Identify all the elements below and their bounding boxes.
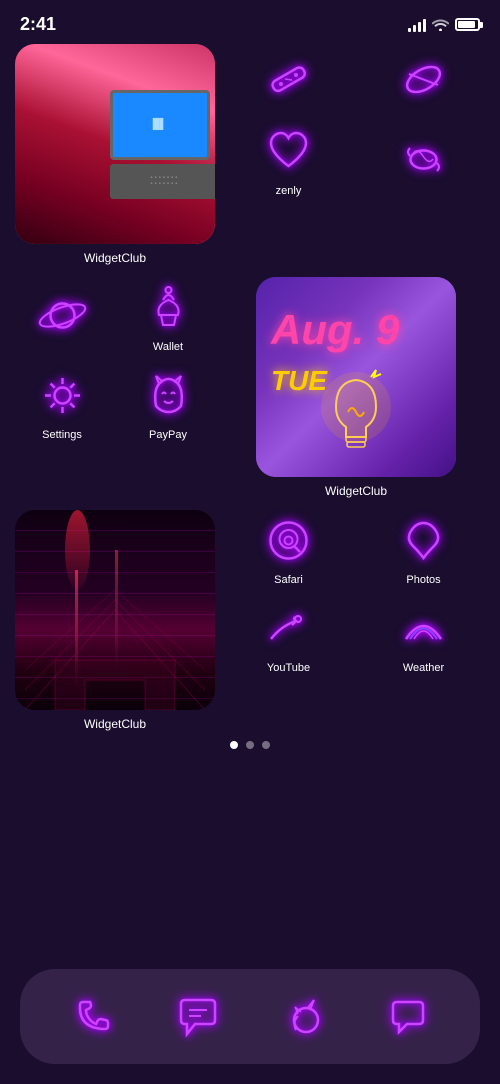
widget-light-image: Aug. 9TUE: [256, 277, 456, 477]
widget-1[interactable]: █▌ ▪▪▪▪▪▪▪▪▪▪▪▪▪▪ WidgetClub: [15, 44, 215, 265]
pill-app[interactable]: [362, 49, 485, 109]
widget3-label: WidgetClub: [84, 717, 146, 731]
zenly-app[interactable]: zenly: [227, 121, 350, 197]
widget-street-image: [15, 510, 215, 710]
bandaid-icon: [259, 49, 319, 109]
weather-icon: [394, 598, 454, 658]
weather-app[interactable]: Weather: [362, 598, 485, 674]
weather-label: Weather: [403, 662, 444, 674]
phone-dock-item[interactable]: [60, 984, 125, 1049]
paypay-label: PayPay: [149, 429, 187, 441]
widget1-label: WidgetClub: [84, 251, 146, 265]
settings-icon: [32, 365, 92, 425]
bandaid-app[interactable]: [227, 49, 350, 109]
candy-icon: [394, 129, 454, 189]
unicorn-dock-item[interactable]: [270, 984, 335, 1049]
settings-app[interactable]: Settings: [15, 365, 109, 441]
messages-dock-item[interactable]: [165, 984, 230, 1049]
safari-icon: [259, 510, 319, 570]
status-bar: 2:41: [0, 0, 500, 44]
widget-computer-image: █▌ ▪▪▪▪▪▪▪▪▪▪▪▪▪▪: [15, 44, 215, 244]
safari-label: Safari: [274, 574, 303, 586]
wifi-icon: [432, 18, 449, 31]
photos-app[interactable]: Photos: [362, 510, 485, 586]
photos-icon: [394, 510, 454, 570]
planet-app[interactable]: [15, 277, 109, 353]
page-dot-2[interactable]: [246, 741, 254, 749]
youtube-icon: [259, 598, 319, 658]
photos-label: Photos: [406, 574, 440, 586]
page-dot-3[interactable]: [262, 741, 270, 749]
paypay-icon: [138, 365, 198, 425]
home-screen: █▌ ▪▪▪▪▪▪▪▪▪▪▪▪▪▪ WidgetClub: [0, 44, 500, 731]
dock: [20, 969, 480, 1064]
cupcake-icon: [138, 277, 198, 337]
pill-icon: [394, 49, 454, 109]
zenly-icon: [259, 121, 319, 181]
planet-icon: [32, 285, 92, 345]
paypay-app[interactable]: PayPay: [121, 365, 215, 441]
widget-3[interactable]: WidgetClub: [15, 510, 215, 731]
zenly-label: zenly: [276, 185, 302, 197]
page-dots: [0, 731, 500, 759]
safari-app[interactable]: Safari: [227, 510, 350, 586]
status-icons: [408, 18, 480, 32]
cupcake-app[interactable]: Wallet: [121, 277, 215, 353]
chat-dock-item[interactable]: [375, 984, 440, 1049]
candy-app[interactable]: [362, 121, 485, 197]
battery-icon: [455, 18, 480, 31]
page-dot-1[interactable]: [230, 741, 238, 749]
settings-label: Settings: [42, 429, 82, 441]
widget-2[interactable]: Aug. 9TUE: [227, 277, 485, 498]
wallet-label: Wallet: [153, 341, 183, 353]
signal-icon: [408, 18, 426, 32]
widget2-label: WidgetClub: [325, 484, 387, 498]
status-time: 2:41: [20, 14, 56, 35]
youtube-app[interactable]: YouTube: [227, 598, 350, 674]
youtube-label: YouTube: [267, 662, 310, 674]
